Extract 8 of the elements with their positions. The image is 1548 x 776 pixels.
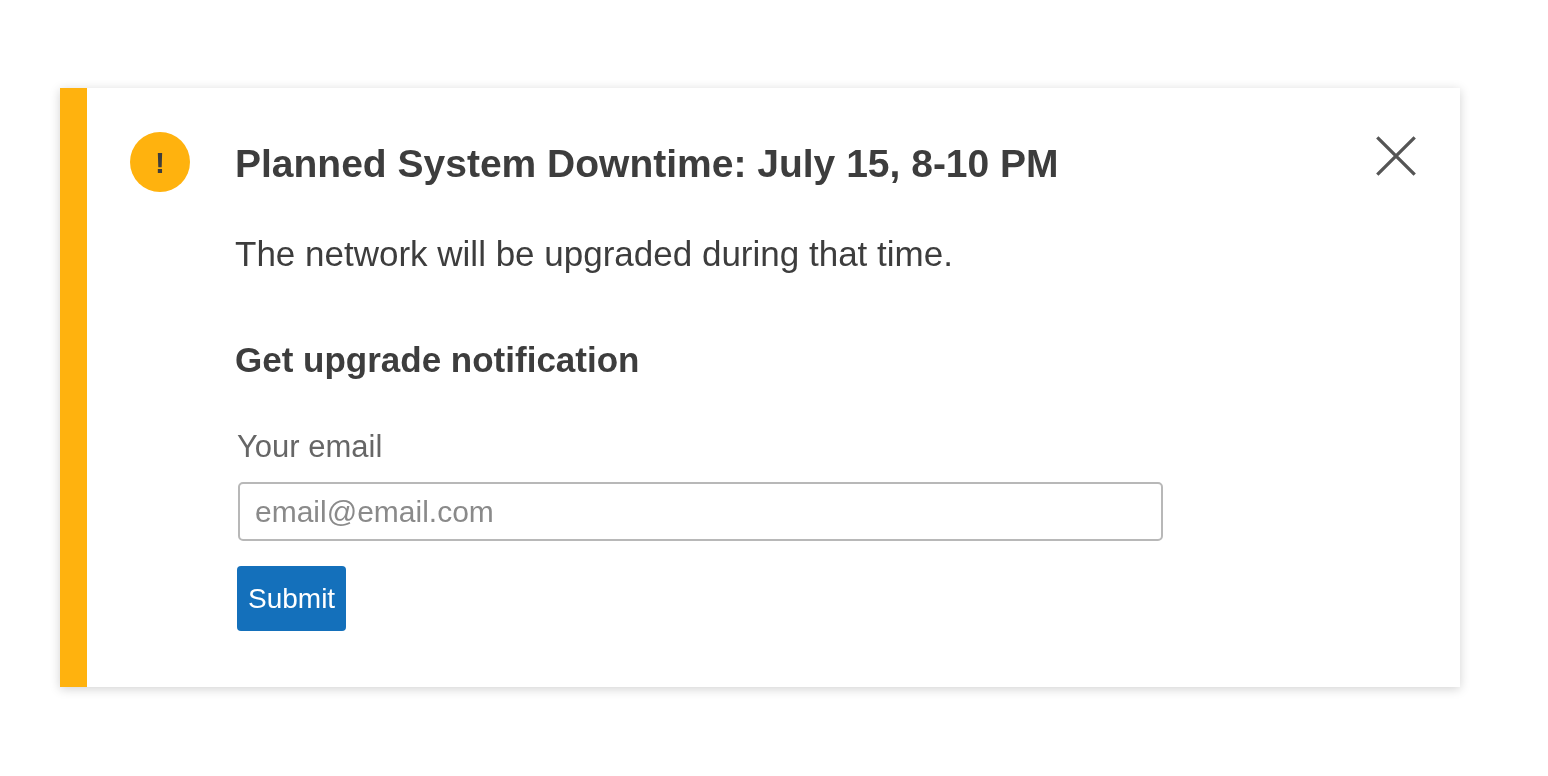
- email-field[interactable]: email@email.com: [238, 482, 1163, 541]
- warning-icon: !: [130, 132, 190, 192]
- alert-title: Planned System Downtime: July 15, 8-10 PM: [235, 141, 1059, 187]
- form-heading: Get upgrade notification: [235, 339, 640, 381]
- alert-message: The network will be upgraded during that time.: [235, 233, 953, 275]
- close-icon[interactable]: [1374, 134, 1418, 178]
- email-label: Your email: [237, 428, 383, 466]
- submit-button[interactable]: Submit: [237, 566, 347, 631]
